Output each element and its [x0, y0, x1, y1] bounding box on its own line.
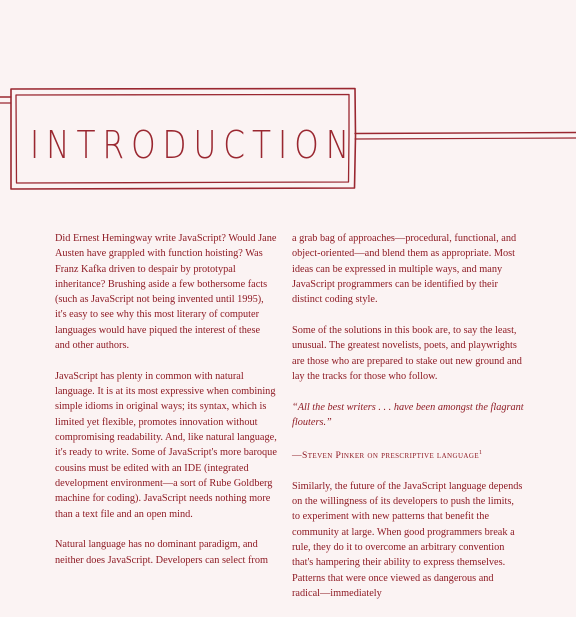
right-column: a grab bag of approaches—procedural, fun… [292, 231, 524, 617]
epigraph-quote: “All the best writers . . . have been am… [292, 401, 524, 428]
chapter-title: INTRODUCTION [30, 123, 356, 167]
paragraph: Natural language has no dominant paradig… [55, 539, 269, 566]
quote-attribution: —Steven Pinker on prescriptive language1 [292, 446, 524, 463]
paragraph: Similarly, the future of the JavaScript … [292, 480, 523, 599]
paragraph: JavaScript has plenty in common with nat… [55, 370, 277, 520]
paragraph: a grab bag of approaches—procedural, fun… [292, 233, 517, 306]
footnote-marker[interactable]: 1 [479, 450, 482, 456]
attribution-text: —Steven Pinker on prescriptive language [292, 449, 480, 461]
left-column: Did Ernest Hemingway write JavaScript? W… [55, 231, 277, 583]
paragraph: Some of the solutions in this book are, … [292, 324, 522, 382]
paragraph: Did Ernest Hemingway write JavaScript? W… [55, 233, 277, 352]
